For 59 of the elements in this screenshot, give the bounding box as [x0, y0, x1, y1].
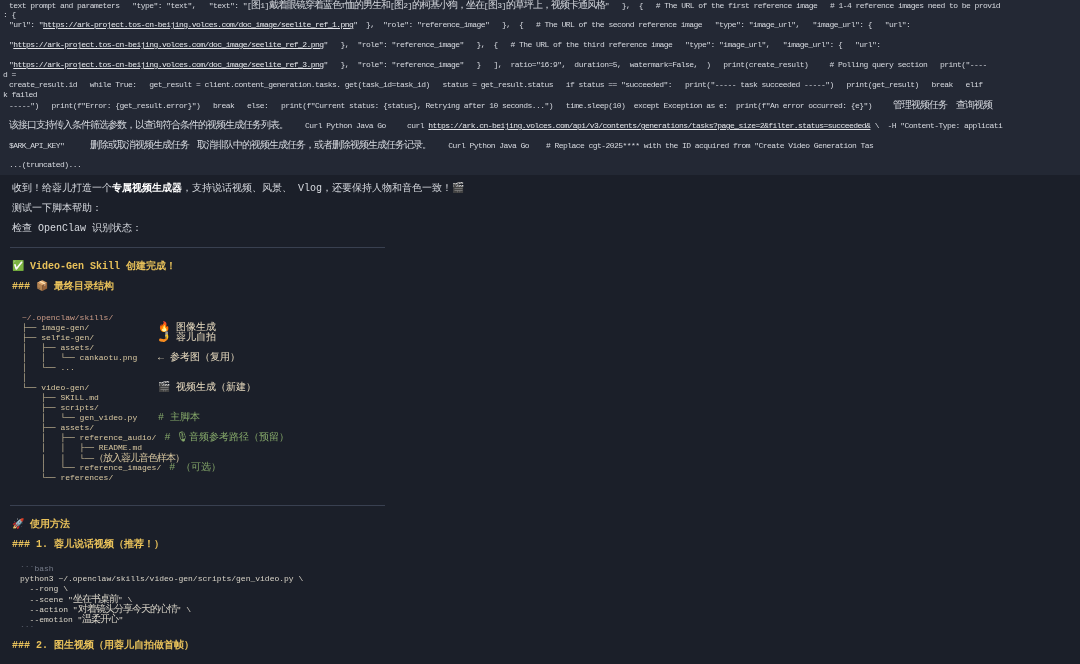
code-comment: # （可选） — [169, 463, 222, 473]
url-link[interactable]: https://ark-project.tos-cn-beijing.volces.com/doc_image/seelite_ref_1.png — [43, 20, 354, 29]
code-text: : { — [3, 10, 16, 19]
message-text: 收到！给蓉儿打造一个专属视频生成器，支持说话视频、风景、 Vlog，还要保持人物和音色一致！🎬 — [12, 181, 465, 196]
code-text: " }, "role": "reference_image" }, { # The URL of the second reference image "type": "image_url", "image_url": { "url": — [353, 20, 911, 29]
code-text: "url": " — [9, 20, 43, 29]
tree-entry: └── video-gen/ — [22, 383, 91, 393]
tree-entry: ├── selfie-gen/ — [22, 333, 95, 343]
message-text: 测试一下脚本帮助： — [12, 201, 103, 216]
tree-entry: │ ├── reference_audio/ — [40, 433, 157, 443]
code-text: k failed — [3, 90, 37, 99]
code-text: " }, "role": "reference_image" } ], ratio="16:9", duration=5, watermark=False, ) print(create_result) # Polling query section print("---- — [323, 60, 987, 69]
entry-note: 🤳 蓉儿自拍 — [158, 333, 216, 343]
section-heading: 🚀 使用方法 — [12, 517, 71, 532]
code-line: --rong \ — [28, 584, 69, 594]
tree-entry: ├── image-gen/ — [22, 323, 91, 333]
tree-entry: ├── SKILL.md — [40, 393, 100, 403]
code-text: d = — [3, 70, 16, 79]
section-heading: ### 1. 蓉儿说话视频（推荐！） — [12, 537, 165, 552]
message-text: 检查 OpenClaw 识别状态： — [12, 221, 143, 236]
tree-entry: ~/.openclaw/skills/ — [22, 313, 115, 323]
code-text: " — [9, 40, 14, 49]
code-line: --emotion "温柔开心" — [28, 614, 124, 624]
tree-entry: ├── assets/ — [40, 423, 95, 433]
code-text: $ARK_API_KEY" 删除或取消视频生成任务 取消排队中的视频生成任务，或者删除视频生成任务记录。 Curl Python Java Go # Replace cgt-2025**** with the ID acquired from "Create Video Generation Tas — [9, 141, 874, 150]
tree-entry: │ │ ├── README.md — [40, 443, 144, 452]
code-text: create_result.id while True: get_result = client.content_generation.tasks. get(task_id=task_id) status = get_result.status if status == "succeeded": print("----- task succeeded -----") print(get_result) break elif — [9, 80, 983, 89]
section-heading: ### 2. 图生视频（用蓉儿自拍做首帧） — [12, 638, 195, 653]
tree-entry: │ — [22, 373, 27, 383]
tree-entry: │ │ └──（放入蓉儿音色样本） — [40, 453, 184, 463]
url-link[interactable]: https://ark-project.tos-cn-beijing.volces.com/doc_image/seelite_ref_3.png — [13, 60, 324, 69]
entry-note: ← 参考图（复用） — [158, 353, 240, 363]
code-line: python3 ~/.openclaw/skills/video-gen/scripts/gen_video.py \ — [20, 574, 305, 584]
code-comment: # 🎙音频参考路径（预留） — [164, 433, 290, 443]
code-fence: ``` — [20, 624, 36, 634]
code-text: " — [9, 60, 14, 69]
code-text: text prompt and parameters "type": "text", "text": "[图1]戴着眼镜穿着蓝色T恤的男生和[图2]的柯基小狗，坐在[图3]的草坪上，视频卡通风格" }, { # The URL of the first reference image # 1-4 reference images need to be provid — [9, 1, 1000, 10]
tree-entry: ├── scripts/ — [40, 403, 100, 413]
section-heading: ✅ Video-Gen Skill 创建完成！ — [12, 259, 178, 274]
section-heading: ### 📦 最终目录结构 — [12, 279, 115, 294]
code-text: -----") print(f"Error: {get_result.error}") break else: print(f"Current status: {status}, Retrying after 10 seconds...") time.sleep(10) except Exception as e: print(f"An error occurred: {e}") 管理视频任务 查询视频 — [9, 101, 992, 110]
url-link[interactable]: https://ark-project.tos-cn-beijing.volces.com/doc_image/seelite_ref_2.png — [13, 40, 324, 49]
tree-entry: │ │ └── cankaotu.png — [22, 353, 139, 363]
tree-entry: │ ├── assets/ — [22, 343, 95, 353]
code-text: " }, "role": "reference_image" }, { # The URL of the third reference image "type": "image_url", "image_url": { "url": — [323, 40, 881, 49]
tree-entry: └── references/ — [40, 473, 115, 483]
tree-entry: │ └── reference_images/ — [40, 463, 162, 473]
entry-note: 🎬 视频生成（新建） — [158, 383, 256, 393]
code-line: --action "对着镜头分享今天的心情" \ — [28, 604, 192, 614]
tree-entry: │ └── gen_video.py — [40, 413, 139, 423]
code-text: \ -H "Content-Type: applicati — [873, 121, 1003, 130]
code-text: ...(truncated)... — [9, 160, 82, 169]
tree-entry: │ └── ... — [22, 363, 76, 373]
entry-note: 🔥 图像生成 — [158, 323, 216, 333]
code-line: --scene "坐在书桌前" \ — [28, 594, 134, 604]
url-link[interactable]: https://ark.cn-beijing.volces.com/api/v3/contents/generations/tasks?page_size=2&filter.status=succeeded& — [428, 121, 871, 130]
code-fence: ```bash — [20, 564, 55, 574]
code-comment: # 主脚本 — [158, 413, 200, 423]
code-text: 该接口支持传入条件筛选参数，以查询符合条件的视频生成任务列表。 Curl Python Java Go curl — [9, 121, 426, 130]
